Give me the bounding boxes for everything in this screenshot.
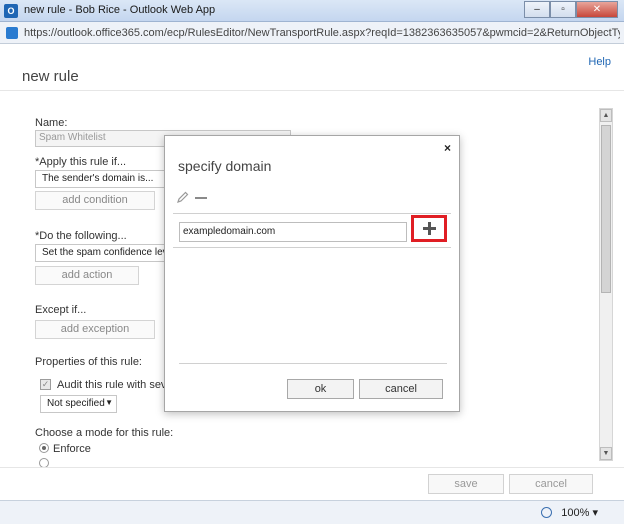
specify-domain-dialog: specify domain × exampledomain.com ok ca… — [164, 135, 460, 412]
minus-icon[interactable] — [195, 196, 207, 199]
save-button[interactable]: save — [428, 474, 504, 494]
apply-if-select[interactable]: The sender's domain is... — [35, 170, 175, 188]
do-following-select[interactable]: Set the spam confidence level — [35, 244, 175, 262]
except-if-label: Except if... — [35, 304, 87, 316]
zoom-level[interactable]: 100% ▾ — [561, 506, 598, 519]
severity-value: Not specified — [47, 398, 105, 409]
cancel-button[interactable]: cancel — [509, 474, 593, 494]
header-divider — [0, 90, 624, 91]
zoom-dropdown-icon: ▾ — [592, 507, 598, 519]
plus-icon — [422, 222, 436, 235]
enforce-radio[interactable] — [39, 443, 49, 453]
status-bar: 100% ▾ — [0, 500, 624, 524]
footer-divider — [0, 467, 624, 468]
properties-label: Properties of this rule: — [35, 356, 142, 368]
mode-label: Choose a mode for this rule: — [35, 427, 174, 439]
vertical-scrollbar[interactable]: ▲ ▼ — [599, 108, 613, 461]
dialog-toolbar — [177, 191, 207, 203]
address-bar: https://outlook.office365.com/ecp/RulesE… — [0, 22, 624, 44]
window-controls: – ▫ ✕ — [524, 1, 618, 18]
dialog-title: specify domain — [178, 158, 272, 174]
outlook-app-icon: O — [4, 4, 18, 18]
maximize-button[interactable]: ▫ — [550, 1, 576, 18]
add-domain-button[interactable] — [411, 215, 447, 242]
apply-if-label: *Apply this rule if... — [35, 156, 127, 168]
site-icon — [6, 27, 18, 39]
ok-button[interactable]: ok — [287, 379, 354, 399]
page-title: new rule — [22, 68, 79, 85]
severity-select[interactable]: Not specified ▼ — [40, 395, 117, 413]
audit-checkbox[interactable]: ✓ — [40, 379, 51, 390]
list-header-divider — [173, 247, 451, 248]
do-following-label: *Do the following... — [35, 230, 127, 242]
minimize-button[interactable]: – — [524, 1, 550, 18]
list-bottom-divider — [179, 363, 447, 364]
zoom-icon — [541, 507, 552, 518]
enforce-label: Enforce — [53, 443, 91, 455]
zoom-value: 100% — [561, 507, 590, 519]
close-icon[interactable]: × — [444, 141, 451, 155]
pencil-icon[interactable] — [177, 191, 189, 203]
add-exception-button[interactable]: add exception — [35, 320, 155, 339]
audit-label: Audit this rule with severit — [57, 379, 182, 391]
url-text[interactable]: https://outlook.office365.com/ecp/RulesE… — [24, 27, 620, 39]
add-condition-button[interactable]: add condition — [35, 191, 155, 210]
name-label: Name: — [35, 117, 68, 129]
dialog-cancel-button[interactable]: cancel — [359, 379, 443, 399]
add-action-button[interactable]: add action — [35, 266, 139, 285]
window-titlebar: O new rule - Bob Rice - Outlook Web App … — [0, 0, 624, 22]
help-link[interactable]: Help — [588, 56, 611, 68]
close-window-button[interactable]: ✕ — [576, 1, 618, 18]
scroll-thumb[interactable] — [601, 125, 611, 293]
scroll-up-icon[interactable]: ▲ — [600, 109, 612, 122]
chevron-down-icon: ▼ — [105, 398, 113, 407]
scroll-down-icon[interactable]: ▼ — [600, 447, 612, 460]
list-top-divider — [173, 213, 451, 214]
window-title: new rule - Bob Rice - Outlook Web App — [24, 4, 216, 16]
domain-input[interactable]: exampledomain.com — [179, 222, 407, 242]
